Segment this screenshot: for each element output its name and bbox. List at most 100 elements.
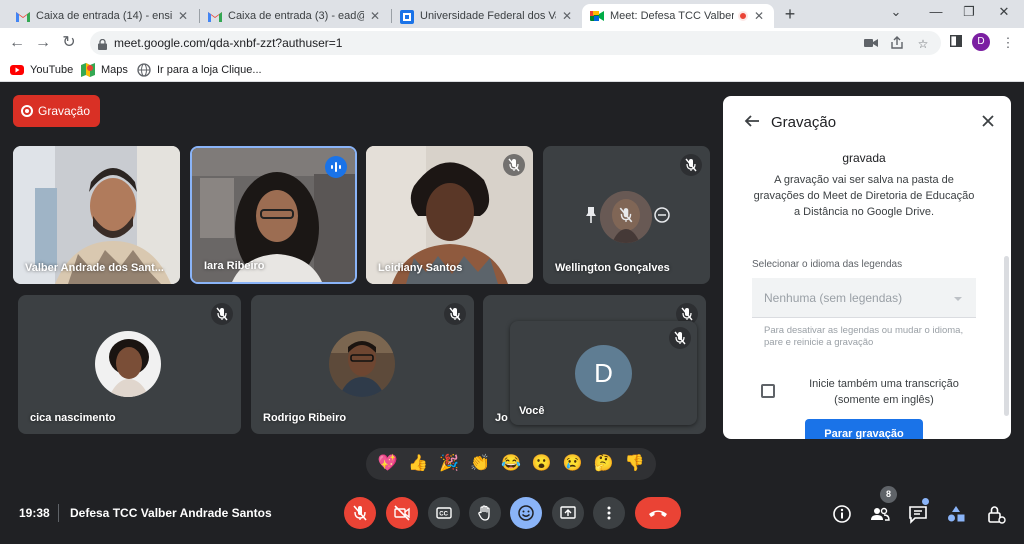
panel-description: A gravação vai ser salva na pasta de gra… (753, 174, 975, 218)
participant-tile-valber[interactable]: Valber Andrade dos Sant... (13, 146, 180, 284)
profile-avatar[interactable]: D (972, 33, 990, 51)
chevron-down-icon[interactable]: ⌄ (884, 4, 908, 22)
recording-panel: Gravação gravada A gravação vai ser salv… (723, 96, 1011, 439)
youtube-icon (10, 63, 24, 77)
caption-language-label: Selecionar o idioma das legendas (752, 259, 903, 270)
camera-icon[interactable] (863, 36, 879, 52)
meeting-info-icon[interactable] (831, 503, 853, 525)
stop-recording-button[interactable]: Parar gravação (805, 419, 923, 439)
chat-notification-dot (922, 498, 929, 505)
participant-name: Iara Ribeiro (204, 260, 265, 272)
meet-call-area: Gravação Valber Andrade dos Sant... Iara… (0, 82, 1024, 544)
muted-mic-icon (680, 154, 702, 176)
reaction-thumbs-down[interactable]: 👎 (624, 454, 644, 474)
url-text: meet.google.com/qda-xnbf-zzt?authuser=1 (114, 36, 343, 50)
caption-language-select[interactable]: Nenhuma (sem legendas) (752, 278, 976, 318)
participant-name: cica nascimento (30, 412, 116, 424)
caption-language-value: Nenhuma (sem legendas) (764, 291, 903, 305)
chat-icon[interactable] (907, 503, 929, 525)
participant-tile-wellington[interactable]: Wellington Gonçalves (543, 146, 710, 284)
new-tab-button[interactable]: + (780, 4, 800, 24)
minimize-button[interactable]: — (924, 4, 948, 22)
reaction-surprised[interactable]: 😮 (532, 454, 552, 474)
university-icon (400, 10, 414, 24)
reactions-button[interactable] (510, 497, 542, 529)
people-icon[interactable] (869, 503, 891, 525)
bookmark-label: YouTube (30, 64, 74, 76)
transcription-checkbox-label: Inicie também uma transcrição (somente e… (809, 378, 959, 406)
transcription-checkbox[interactable] (761, 384, 775, 398)
back-arrow-icon[interactable]: ← (7, 33, 27, 53)
participant-name: Wellington Gonçalves (555, 262, 670, 274)
more-options-button[interactable] (593, 497, 625, 529)
recording-chip-label: Gravação (38, 104, 91, 118)
recording-chip[interactable]: Gravação (13, 95, 100, 127)
avatar (329, 331, 395, 397)
close-tab-icon[interactable]: ✕ (176, 9, 190, 23)
bookmark-youtube[interactable]: YouTube (10, 62, 73, 78)
reaction-thinking[interactable]: 🤔 (594, 454, 614, 474)
tab-gmail-2[interactable]: Caixa de entrada (3) - ead@ufvjm ✕ (200, 4, 390, 28)
participant-name: Valber Andrade dos Sant... (25, 262, 164, 274)
bookmark-label: Ir para a loja Clique... (157, 64, 262, 76)
tab-title: Universidade Federal dos Vales do (420, 10, 556, 22)
maps-icon (81, 63, 95, 77)
host-controls-icon[interactable] (985, 503, 1007, 525)
restore-button[interactable]: ❐ (957, 4, 981, 22)
share-icon[interactable] (889, 36, 905, 52)
camera-toggle-button[interactable] (386, 497, 418, 529)
panel-scrollbar[interactable] (1004, 256, 1009, 416)
reaction-heart[interactable]: 💖 (377, 454, 397, 474)
reaction-thumbs-up[interactable]: 👍 (408, 454, 428, 474)
more-vert-icon[interactable]: ⋮ (998, 33, 1018, 53)
participant-tile-leidiany[interactable]: Leidiany Santos (366, 146, 533, 284)
close-tab-icon[interactable]: ✕ (560, 9, 574, 23)
forward-arrow-icon[interactable]: → (33, 33, 53, 53)
address-bar[interactable]: meet.google.com/qda-xnbf-zzt?authuser=1 … (90, 31, 941, 55)
self-view-tile[interactable]: D Você (510, 321, 697, 425)
reload-icon[interactable]: ↻ (59, 33, 79, 53)
back-arrow-icon[interactable] (743, 112, 761, 130)
meeting-title: Defesa TCC Valber Andrade Santos (70, 506, 272, 520)
activities-icon[interactable] (945, 503, 967, 525)
gmail-icon (208, 10, 222, 22)
bookmark-maps[interactable]: Maps (81, 62, 128, 78)
participant-tile-cica[interactable]: cica nascimento (18, 295, 241, 434)
bottom-control-bar: 19:38 Defesa TCC Valber Andrade Santos C… (0, 484, 1024, 544)
star-icon[interactable]: ☆ (915, 36, 931, 52)
tab-gmail-1[interactable]: Caixa de entrada (14) - ensino_te ✕ (8, 4, 198, 28)
panel-title: Gravação (771, 114, 837, 131)
close-tab-icon[interactable]: ✕ (752, 9, 766, 23)
pin-icon[interactable] (584, 206, 598, 229)
remove-participant-icon[interactable] (654, 207, 670, 228)
leave-call-button[interactable] (635, 497, 681, 529)
avatar (95, 331, 161, 397)
meet-icon (590, 10, 604, 22)
speaking-indicator-icon (325, 156, 347, 178)
divider (58, 504, 59, 522)
reaction-sad[interactable]: 😢 (563, 454, 583, 474)
svg-text:CC: CC (439, 512, 448, 518)
reaction-party[interactable]: 🎉 (439, 454, 459, 474)
participant-name: Você (519, 405, 545, 417)
current-time: 19:38 (19, 506, 50, 520)
bookmark-label: Maps (101, 64, 128, 76)
muted-mic-icon[interactable] (618, 207, 634, 228)
sidebar-icon[interactable] (946, 33, 966, 53)
present-screen-button[interactable] (552, 497, 584, 529)
tab-title: Caixa de entrada (3) - ead@ufvjm (228, 10, 364, 22)
muted-mic-icon (444, 303, 466, 325)
participant-tile-iara[interactable]: Iara Ribeiro (190, 146, 357, 284)
close-icon[interactable] (979, 112, 997, 130)
reaction-joy[interactable]: 😂 (501, 454, 521, 474)
bookmark-store[interactable]: Ir para a loja Clique... (137, 62, 262, 78)
tab-university[interactable]: Universidade Federal dos Vales do ✕ (392, 4, 582, 28)
tab-meet[interactable]: Meet: Defesa TCC Valber And ✕ (582, 4, 774, 28)
microphone-toggle-button[interactable] (344, 497, 376, 529)
raise-hand-button[interactable] (469, 497, 501, 529)
participant-tile-rodrigo[interactable]: Rodrigo Ribeiro (251, 295, 474, 434)
close-tab-icon[interactable]: ✕ (368, 9, 382, 23)
captions-button[interactable]: CC (428, 497, 460, 529)
reaction-clap[interactable]: 👏 (470, 454, 490, 474)
close-window-button[interactable]: ✕ (992, 4, 1016, 22)
